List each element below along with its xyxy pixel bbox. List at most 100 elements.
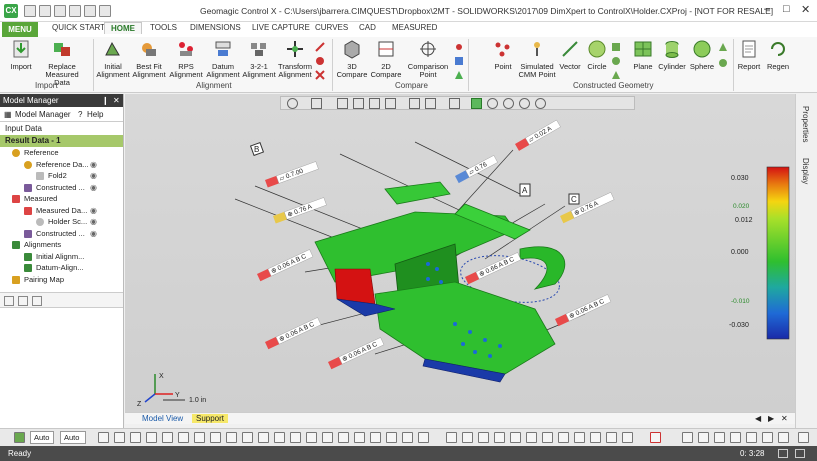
gdt-callout[interactable]: ▱ 0.76 [455,155,498,184]
status-icon[interactable] [795,449,805,458]
small-tool-icon[interactable] [610,55,622,67]
gdt-callout[interactable]: ⊕ 0.66 A B C [465,252,522,285]
filter-icon[interactable] [194,432,205,443]
small-tool-icon[interactable] [453,41,465,53]
regen-button[interactable]: Regen [764,39,792,71]
small-tool-icon[interactable] [717,57,729,69]
filter-icon[interactable] [210,432,221,443]
app-logo[interactable]: CX [4,4,18,18]
visibility-eye-icon[interactable]: ◉ [90,216,97,228]
visibility-eye-icon[interactable]: ◉ [90,159,97,171]
pin-icon[interactable]: ❙ [102,94,109,107]
tab-model-manager[interactable]: Model Manager [15,110,71,119]
filter-icon[interactable] [226,432,237,443]
view-tool-icon[interactable] [510,432,521,443]
replace-measured-data-button[interactable]: Replace Measured Data [37,39,87,87]
view-tool-icon[interactable] [478,432,489,443]
datum-alignment-button[interactable]: Datum Alignment [205,39,241,79]
gdt-callout[interactable]: ⊕ 0.06 A B C [265,317,322,350]
view-tool-icon[interactable] [574,432,585,443]
report-button[interactable]: Report [735,39,763,71]
visibility-eye-icon[interactable]: ◉ [90,205,97,217]
measure-tool-icon[interactable] [798,432,809,443]
gdt-callout[interactable]: ▱ 0.02 A [515,119,561,151]
close-panel-icon[interactable]: ✕ [113,94,120,107]
filter-icon[interactable] [354,432,365,443]
new-icon[interactable] [24,5,36,17]
gdt-callout[interactable]: ⊕ 0.06 A B C [555,294,612,327]
tree-item[interactable]: Alignments [0,239,123,251]
transform-alignment-button[interactable]: Transform Alignment [277,39,313,79]
properties-tab[interactable]: Properties [801,106,810,142]
gdt-callout[interactable]: ⊕ 0.06 A B C [257,249,314,282]
measure-tool-icon[interactable] [762,432,773,443]
small-tool-icon[interactable] [610,41,622,53]
sphere-button[interactable]: Sphere [688,39,716,71]
result-data-bar[interactable]: Result Data - 1 [0,135,123,147]
tree-item[interactable]: Constructed ... ◉ [0,182,123,194]
filter-icon[interactable] [178,432,189,443]
edit-icon[interactable] [18,296,28,306]
view-tool-icon[interactable] [462,432,473,443]
tree-item[interactable]: Initial Alignm... [0,251,123,263]
filter-icon[interactable] [258,432,269,443]
tab-help[interactable]: Help [87,110,103,119]
tree-item[interactable]: Fold2 ◉ [0,170,123,182]
circle-button[interactable]: Circle [584,39,610,71]
visibility-eye-icon[interactable]: ◉ [90,228,97,240]
tree-item[interactable]: Measured Da... ◉ [0,205,123,217]
small-tool-icon[interactable] [453,55,465,67]
measure-tool-icon[interactable] [746,432,757,443]
view-tool-icon[interactable] [494,432,505,443]
filter-icon[interactable] [306,432,317,443]
filter-icon[interactable] [322,432,333,443]
tab-curves[interactable]: CURVES [315,23,348,32]
visibility-eye-icon[interactable]: ◉ [90,170,97,182]
small-tool-icon[interactable] [314,55,326,67]
input-data-section[interactable]: Input Data [0,122,123,135]
plane-button[interactable]: Plane [630,39,656,71]
tab-measured[interactable]: MEASURED [392,23,437,32]
small-tool-icon[interactable] [453,69,465,81]
tab-model-view[interactable]: Model View [142,414,183,423]
small-tool-icon[interactable] [314,41,326,53]
save-icon[interactable] [54,5,66,17]
filter-icon[interactable] [98,432,109,443]
filter-icon[interactable] [370,432,381,443]
initial-alignment-button[interactable]: Initial Alignment [96,39,130,79]
measure-tool-icon[interactable] [714,432,725,443]
visibility-eye-icon[interactable]: ◉ [90,182,97,194]
filter-icon[interactable] [114,432,125,443]
3d-compare-button[interactable]: 3D Compare [336,39,368,79]
tab-cad[interactable]: CAD [359,23,376,32]
customize-icon[interactable] [99,5,111,17]
tab-dimensions[interactable]: DIMENSIONS [190,23,241,32]
vector-button[interactable]: Vector [557,39,583,71]
close-tab-icon[interactable]: ✕ [781,414,788,423]
tree-item[interactable]: Holder Sc... ◉ [0,216,123,228]
gdt-callout[interactable]: ⊕ 0.76 A [273,197,327,224]
redo-icon[interactable] [84,5,96,17]
measure-tool-icon[interactable] [730,432,741,443]
tab-live-capture[interactable]: LIVE CAPTURE [252,23,310,32]
small-tool-icon[interactable] [610,69,622,81]
filter-icon[interactable] [32,296,42,306]
view-tool-icon[interactable] [526,432,537,443]
three-two-one-alignment-button[interactable]: 3-2-1 Alignment [242,39,276,79]
maximize-button[interactable]: □ [783,3,790,15]
undo-icon[interactable] [69,5,81,17]
filter-icon[interactable] [274,432,285,443]
selection-mode-select[interactable]: Auto [30,431,54,444]
small-tool-icon[interactable] [314,69,326,81]
view-tool-icon[interactable] [542,432,553,443]
gdt-callout[interactable]: ⊕ 0.06 A B C [328,337,385,370]
filter-icon[interactable] [386,432,397,443]
view-tool-icon[interactable] [446,432,457,443]
comparison-point-button[interactable]: Comparison Point [405,39,451,79]
view-tool-icon[interactable] [590,432,601,443]
view-tool-icon[interactable] [622,432,633,443]
tab-home[interactable]: HOME [104,22,142,34]
filter-icon[interactable] [402,432,413,443]
filter-icon[interactable] [290,432,301,443]
tree-item[interactable]: Datum-Align... [0,262,123,274]
